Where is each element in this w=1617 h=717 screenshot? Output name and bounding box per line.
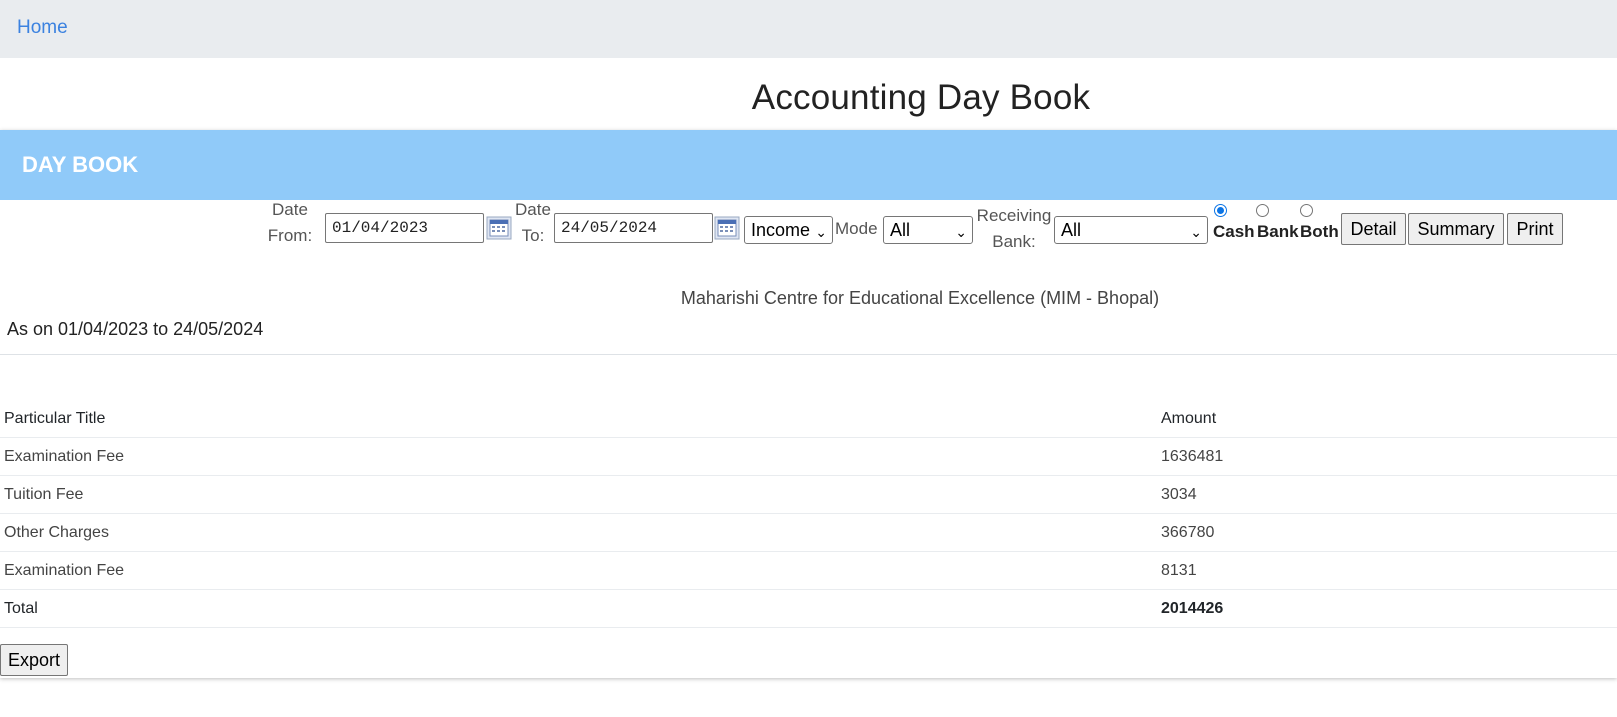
- amount-cell: 1636481: [1161, 448, 1224, 465]
- detail-button[interactable]: Detail: [1341, 213, 1406, 245]
- date-from-input[interactable]: 01/04/2023: [325, 213, 484, 243]
- column-header-particular: Particular Title: [4, 410, 106, 427]
- top-navbar: Home: [0, 0, 1617, 58]
- home-link[interactable]: Home: [17, 17, 68, 39]
- receiving-bank-select[interactable]: All ⌄: [1054, 216, 1208, 244]
- total-label: Total: [4, 600, 38, 617]
- divider: [0, 354, 1617, 355]
- amount-cell: 3034: [1161, 486, 1197, 503]
- institute-name: Maharishi Centre for Educational Excelle…: [680, 288, 1160, 308]
- date-from-label-line1: Date: [272, 200, 308, 219]
- mode-select[interactable]: All ⌄: [883, 216, 973, 244]
- table-row: Tuition Fee 3034: [0, 476, 1617, 514]
- type-select-value: Income: [751, 220, 811, 240]
- particular-cell: Other Charges: [4, 524, 109, 541]
- receiving-bank-label: Receiving Bank:: [975, 203, 1053, 255]
- panel-header: DAY BOOK: [0, 130, 1617, 200]
- report-period: As on 01/04/2023 to 24/05/2024: [7, 319, 264, 339]
- chevron-down-icon: ⌄: [955, 224, 967, 240]
- both-radio[interactable]: [1300, 204, 1313, 217]
- receiving-bank-label-line1: Receiving: [976, 206, 1052, 225]
- bank-radio-label[interactable]: Bank: [1257, 222, 1299, 242]
- calendar-icon[interactable]: [486, 216, 512, 240]
- table-row: Other Charges 366780: [0, 514, 1617, 552]
- chevron-down-icon: ⌄: [1190, 224, 1202, 240]
- date-to-label-line1: Date: [515, 200, 551, 219]
- particular-cell: Tuition Fee: [4, 486, 84, 503]
- page-title: Accounting Day Book: [751, 78, 1091, 117]
- bank-radio[interactable]: [1256, 204, 1269, 217]
- receiving-bank-select-value: All: [1061, 220, 1082, 240]
- type-select[interactable]: Income ⌄: [744, 216, 833, 244]
- mode-label: Mode: [835, 219, 878, 238]
- calendar-icon[interactable]: [714, 216, 740, 240]
- mode-select-value: All: [890, 220, 911, 240]
- cash-radio-label[interactable]: Cash: [1213, 222, 1255, 242]
- panel-title: DAY BOOK: [22, 152, 139, 177]
- particular-cell: Examination Fee: [4, 448, 125, 465]
- date-to-label-line2: To:: [521, 226, 545, 245]
- both-radio-label[interactable]: Both: [1300, 222, 1339, 242]
- total-value: 2014426: [1161, 600, 1224, 617]
- table-header-row: Particular Title Amount: [0, 400, 1617, 438]
- particular-cell: Examination Fee: [4, 562, 125, 579]
- receiving-bank-label-line2: Bank:: [992, 232, 1036, 251]
- cash-radio[interactable]: [1214, 204, 1227, 217]
- chevron-down-icon: ⌄: [815, 224, 827, 240]
- print-button[interactable]: Print: [1507, 213, 1563, 245]
- amount-cell: 366780: [1161, 524, 1215, 541]
- table-row: Examination Fee 8131: [0, 552, 1617, 590]
- column-header-amount: Amount: [1161, 410, 1217, 427]
- date-from-label-line2: From:: [267, 226, 313, 245]
- table-row: Examination Fee 1636481: [0, 438, 1617, 476]
- date-to-label: Date To:: [513, 197, 553, 249]
- total-row: Total 2014426: [0, 590, 1617, 628]
- summary-button[interactable]: Summary: [1408, 213, 1504, 245]
- export-button[interactable]: Export: [0, 644, 68, 676]
- amount-cell: 8131: [1161, 562, 1197, 579]
- date-from-label: Date From:: [266, 197, 314, 249]
- date-to-input[interactable]: 24/05/2024: [554, 213, 713, 243]
